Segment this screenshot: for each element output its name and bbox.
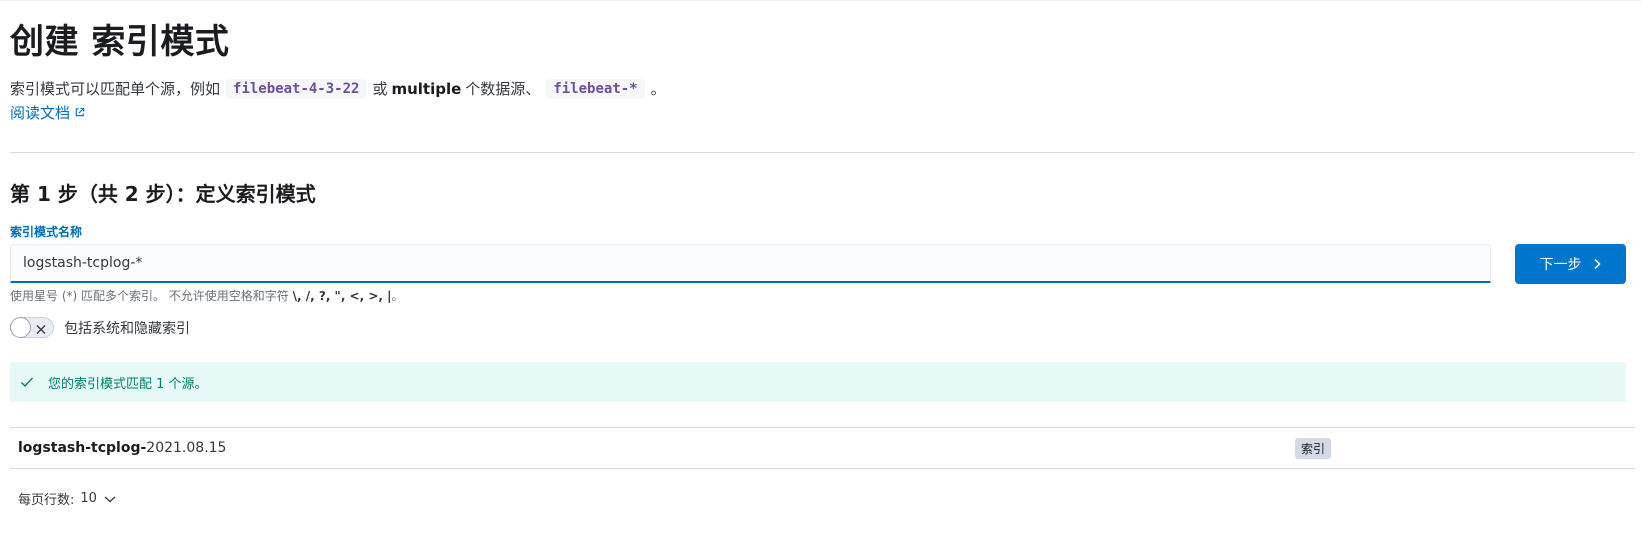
switch-knob — [10, 317, 31, 338]
description-multiple: multiple — [391, 79, 462, 98]
rows-per-page-value: 10 — [80, 491, 97, 506]
help-forbidden-chars: \, /, ?, ", <, >, | — [292, 289, 392, 303]
rows-per-page-selector[interactable]: 每页行数: 10 — [18, 489, 117, 508]
index-name-match: logstash-tcplog- — [18, 440, 147, 456]
close-icon — [35, 321, 47, 340]
top-border — [0, 0, 1641, 1]
check-icon — [20, 373, 34, 392]
section-divider — [10, 152, 1635, 153]
description-prefix: 索引模式可以匹配单个源，例如 — [10, 80, 221, 98]
description-suffix: 。 — [650, 80, 666, 98]
example-single-code: filebeat-4-3-22 — [226, 78, 367, 99]
next-step-label: 下一步 — [1539, 257, 1582, 273]
callout-text: 您的索引模式匹配 1 个源。 — [48, 376, 208, 392]
next-step-button[interactable]: 下一步 — [1515, 244, 1626, 284]
help-suffix: 。 — [391, 289, 404, 303]
table-bottom-divider — [10, 468, 1635, 469]
page-description: 索引模式可以匹配单个源，例如 filebeat-4-3-22 或 multipl… — [10, 78, 666, 99]
chevron-down-icon — [103, 494, 117, 504]
index-pattern-name-input[interactable] — [10, 244, 1491, 283]
index-name: logstash-tcplog-2021.08.15 — [18, 440, 226, 456]
example-multiple-code: filebeat-* — [546, 78, 645, 99]
page-title: 创建 索引模式 — [10, 22, 230, 62]
input-help-text: 使用星号 (*) 匹配多个索引。 不允许使用空格和字符 \, /, ?, ", … — [10, 287, 404, 304]
external-link-icon — [74, 107, 85, 118]
index-pattern-name-label: 索引模式名称 — [10, 225, 83, 239]
step-title: 第 1 步（共 2 步）：定义索引模式 — [10, 182, 316, 206]
read-docs-link[interactable]: 阅读文档 — [10, 102, 85, 123]
index-name-rest: 2021.08.15 — [146, 440, 227, 456]
include-hidden-toggle-row: 包括系统和隐藏索引 — [10, 317, 190, 338]
index-type-badge: 索引 — [1295, 437, 1332, 459]
table-row: logstash-tcplog-2021.08.15 索引 — [10, 428, 1635, 468]
description-or: 或 — [372, 80, 388, 98]
include-hidden-label: 包括系统和隐藏索引 — [64, 320, 190, 337]
rows-per-page-label: 每页行数: — [18, 493, 75, 508]
include-hidden-switch[interactable] — [10, 317, 54, 338]
help-prefix: 使用星号 (*) 匹配多个索引。 不允许使用空格和字符 — [10, 289, 293, 303]
read-docs-label: 阅读文档 — [10, 104, 71, 122]
description-middle: 个数据源、 — [465, 80, 541, 98]
match-success-callout: 您的索引模式匹配 1 个源。 — [10, 362, 1626, 402]
chevron-right-icon — [1592, 258, 1602, 270]
